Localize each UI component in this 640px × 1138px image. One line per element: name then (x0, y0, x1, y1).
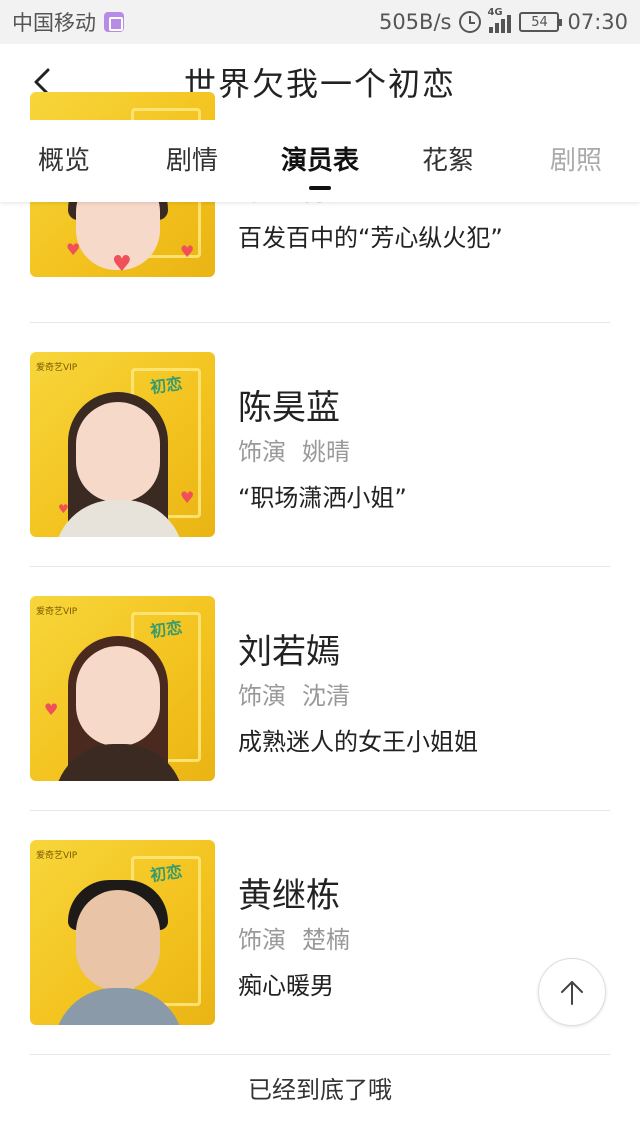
vip-label: 爱奇艺VIP (36, 851, 78, 861)
divider (30, 810, 610, 811)
role-name: 沈清 (302, 682, 350, 710)
poster-logo: 初恋 (149, 861, 184, 886)
gallery-notification-icon (104, 12, 124, 32)
network-speed: 505B/s (378, 10, 452, 34)
role-prefix: 饰演 (238, 682, 286, 710)
tab-extras[interactable]: 花絮 (384, 120, 512, 202)
poster-logo: 初恋 (149, 617, 184, 642)
actor-name: 黄继栋 (238, 876, 340, 916)
signal-icon: 4G (487, 7, 512, 33)
vip-label: 爱奇艺VIP (36, 363, 78, 373)
heart-icon: ♥ (180, 242, 195, 261)
arrow-up-icon (561, 981, 583, 1005)
actor-role: 饰演 姚晴 (238, 432, 350, 467)
actor-role: 饰演 楚楠 (238, 920, 350, 955)
battery-icon: 54 (519, 12, 563, 32)
scroll-to-top-button[interactable] (538, 958, 606, 1026)
actor-description: “职场潇洒小姐” (238, 484, 407, 512)
tab-overview[interactable]: 概览 (0, 120, 128, 202)
status-right: 505B/s 4G 54 07:30 (378, 7, 628, 34)
carrier-label: 中国移动 (12, 11, 96, 35)
actor-description: 百发百中的“芳心纵火犯” (238, 224, 503, 252)
tab-cast[interactable]: 演员表 (256, 120, 384, 202)
actor-poster[interactable]: 爱奇艺VIP 初恋 ♥ (30, 596, 215, 781)
battery-level: 54 (531, 14, 548, 30)
heart-icon: ♥ (58, 502, 69, 516)
role-prefix: 饰演 (238, 438, 286, 466)
heart-icon: ♥ (66, 240, 81, 259)
actor-poster[interactable]: 爱奇艺VIP 初恋 (30, 840, 215, 1025)
tab-plot[interactable]: 剧情 (128, 120, 256, 202)
status-left: 中国移动 (12, 7, 124, 37)
actor-description: 成熟迷人的女王小姐姐 (238, 728, 478, 756)
actor-poster[interactable]: 爱奇艺VIP 初恋 ♥ ♥ (30, 352, 215, 537)
divider (30, 1054, 610, 1055)
actor-name: 陈昊蓝 (238, 388, 340, 428)
end-of-list-text: 已经到底了哦 (248, 1076, 392, 1104)
heart-icon: ♥ (112, 252, 132, 277)
divider (30, 322, 610, 323)
cast-item[interactable]: 爱奇艺VIP 初恋 ♥ ♥ 陈昊蓝 饰演 姚晴 “职场潇洒小姐” (30, 352, 610, 596)
cast-item[interactable]: 爱奇艺VIP 初恋 黄继栋 饰演 楚楠 痴心暖男 (30, 840, 610, 1084)
cast-item[interactable]: 爱奇艺VIP 初恋 ♥ 刘若嫣 饰演 沈清 成熟迷人的女王小姐姐 (30, 596, 610, 840)
status-bar: 中国移动 505B/s 4G 54 07:30 (0, 0, 640, 44)
network-type: 4G (487, 7, 503, 18)
vip-label: 爱奇艺VIP (36, 607, 78, 617)
tab-stills[interactable]: 剧照 (512, 120, 640, 202)
tab-bar: 概览 剧情 演员表 花絮 剧照 (0, 120, 640, 202)
divider (30, 566, 610, 567)
poster-logo: 初恋 (149, 373, 184, 398)
role-name: 楚楠 (302, 926, 350, 954)
heart-icon: ♥ (180, 488, 195, 507)
role-name: 姚晴 (302, 438, 350, 466)
actor-role: 饰演 沈清 (238, 676, 350, 711)
clock: 07:30 (567, 10, 628, 34)
heart-icon: ♥ (44, 700, 59, 719)
actor-description: 痴心暖男 (238, 972, 334, 1000)
role-prefix: 饰演 (238, 926, 286, 954)
actor-name: 刘若嫣 (238, 632, 340, 672)
alarm-icon (459, 11, 482, 33)
